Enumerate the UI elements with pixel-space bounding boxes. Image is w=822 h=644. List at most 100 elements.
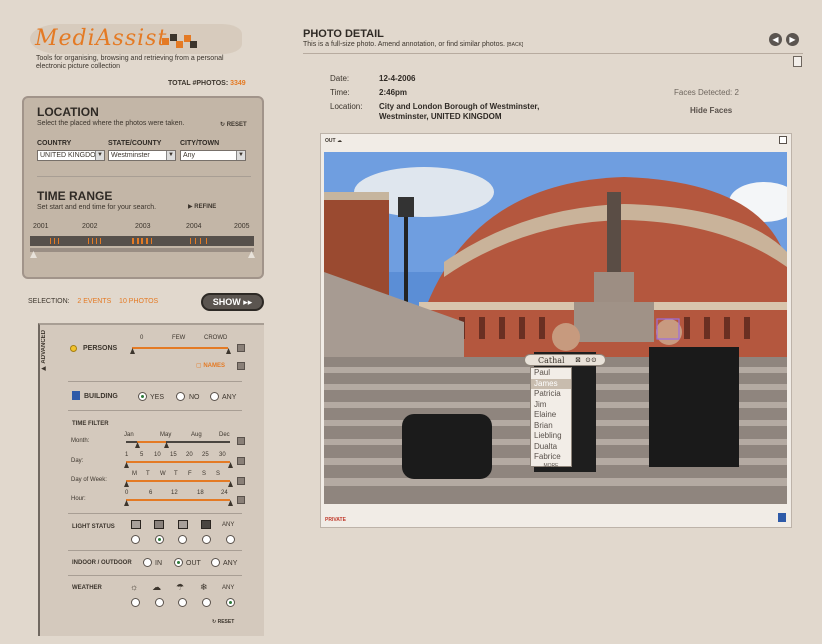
faces-detected: Faces Detected: 2	[674, 88, 739, 97]
private-tag[interactable]: PRIVATE	[325, 517, 346, 523]
building-no-radio[interactable]	[176, 392, 185, 401]
total-photos-label: TOTAL #PHOTOS:	[168, 80, 229, 87]
persons-scale-label: FEW	[172, 335, 186, 341]
day-scale-label: 20	[186, 452, 193, 458]
hour-slider[interactable]	[126, 499, 230, 501]
hour-scale-label: 0	[125, 490, 129, 496]
light-sunny-icon	[154, 520, 164, 529]
confirm-icon[interactable]: ⊙⊙	[585, 356, 597, 364]
weather-snow-radio[interactable]	[202, 598, 211, 607]
refine-button[interactable]: ▶ REFINE	[188, 203, 216, 210]
close-icon[interactable]: ⊠	[575, 356, 581, 364]
back-link[interactable]: [BACK]	[507, 42, 523, 48]
day-scale-label: 1	[125, 452, 129, 458]
section-divider	[68, 550, 242, 551]
names-toggle-button[interactable]	[237, 362, 245, 370]
name-option[interactable]: Liebling	[531, 431, 571, 442]
outdoor-radio[interactable]	[174, 558, 183, 567]
light-bright-icon	[131, 520, 141, 529]
dow-toggle-button[interactable]	[237, 477, 245, 485]
month-scale-label: Dec	[219, 432, 230, 438]
photo-icon[interactable]	[779, 136, 787, 144]
name-option[interactable]: Elaine	[531, 410, 571, 421]
name-option[interactable]: Fabrice	[531, 452, 571, 463]
weather-sun-radio[interactable]	[131, 598, 140, 607]
document-icon[interactable]	[793, 56, 802, 67]
name-option[interactable]: Brian	[531, 421, 571, 432]
hour-scale-label: 18	[197, 490, 204, 496]
state-select[interactable]: Westminster ▼	[108, 150, 176, 161]
weather-any-radio[interactable]	[226, 598, 235, 607]
sun-icon: ☼	[130, 582, 139, 592]
hide-faces-button[interactable]: Hide Faces	[690, 106, 732, 115]
light-cloudy-radio[interactable]	[178, 535, 187, 544]
more-names-button[interactable]: MORE	[531, 463, 571, 469]
rain-icon: ☂	[176, 582, 185, 592]
month-slider[interactable]	[137, 441, 166, 443]
country-select[interactable]: UNITED KINGDOM ▼	[37, 150, 105, 161]
year-label: 2004	[186, 223, 202, 230]
time-label: Time:	[330, 88, 350, 97]
outdoor-tag: OUT ☁	[325, 138, 342, 144]
advanced-reset-button[interactable]: ↻ RESET	[212, 619, 234, 625]
building-yes-radio[interactable]	[138, 392, 147, 401]
total-photos-count: 3349	[230, 80, 246, 87]
tagline: Tools for organising, browsing and retri…	[36, 55, 224, 70]
day-scale-label: 10	[154, 452, 161, 458]
light-any-radio[interactable]	[226, 535, 235, 544]
weather-label: WEATHER	[72, 585, 102, 591]
section-divider	[68, 381, 242, 382]
city-select[interactable]: Any ▼	[180, 150, 246, 161]
weather-cloud-radio[interactable]	[155, 598, 164, 607]
indoor-outdoor-any-radio[interactable]	[211, 558, 220, 567]
day-slider[interactable]	[126, 461, 230, 463]
indoor-radio[interactable]	[143, 558, 152, 567]
light-bright-radio[interactable]	[131, 535, 140, 544]
city-label: CITY/TOWN	[180, 140, 220, 147]
name-option[interactable]: Jim	[531, 400, 571, 411]
show-button[interactable]: SHOW ▸▸	[201, 293, 264, 311]
indoor-outdoor-label: INDOOR / OUTDOOR	[72, 560, 132, 566]
name-option[interactable]: James	[531, 378, 571, 389]
name-option[interactable]: Dualta	[531, 442, 571, 453]
next-photo-button[interactable]: ▶	[786, 33, 799, 46]
persons-scale-label: 0	[140, 335, 144, 341]
day-scale-label: 25	[202, 452, 209, 458]
name-option[interactable]: Patricia	[531, 389, 571, 400]
hour-toggle-button[interactable]	[237, 496, 245, 504]
total-photos: TOTAL #PHOTOS: 3349	[168, 80, 246, 87]
light-dark-radio[interactable]	[202, 535, 211, 544]
persons-slider[interactable]	[132, 347, 228, 349]
name-suggestion-list: Paul James Patricia Jim Elaine Brian Lie…	[530, 367, 572, 469]
building-any-label: ANY	[222, 394, 237, 401]
persons-toggle-button[interactable]	[237, 344, 245, 352]
name-option[interactable]: Paul	[531, 368, 571, 379]
weather-rain-radio[interactable]	[178, 598, 187, 607]
month-toggle-button[interactable]	[237, 437, 245, 445]
timeline-histogram[interactable]	[30, 236, 254, 246]
previous-photo-button[interactable]: ◀	[769, 33, 782, 46]
hour-scale-label: 12	[171, 490, 178, 496]
dow-scale-label: S	[216, 471, 221, 477]
building-any-radio[interactable]	[210, 392, 219, 401]
selection-summary: SELECTION: 2 EVENTS 10 PHOTOS	[28, 298, 158, 305]
location-label: Location:	[330, 102, 363, 111]
dow-scale-label: T	[146, 471, 150, 477]
light-sunny-radio[interactable]	[155, 535, 164, 544]
light-status-label: LIGHT STATUS	[72, 524, 115, 530]
year-label: 2003	[135, 223, 151, 230]
year-label: 2002	[82, 223, 98, 230]
day-toggle-button[interactable]	[237, 457, 245, 465]
time-range-subtitle: Set start and end time for your search.	[37, 204, 157, 211]
country-label: COUNTRY	[37, 140, 72, 147]
page-subtitle: This is a full-size photo. Amend annotat…	[303, 41, 524, 48]
dow-scale-label: M	[132, 471, 137, 477]
month-scale-label: Jan	[124, 432, 134, 438]
name-tag-editor[interactable]: Cathal ⊠ ⊙⊙	[524, 354, 606, 366]
location-reset-button[interactable]: ↻ RESET	[220, 121, 247, 128]
day-of-week-slider[interactable]	[126, 480, 230, 482]
chevron-down-icon: ▼	[236, 151, 245, 160]
advanced-tab[interactable]: ▶ ADVANCED	[40, 330, 47, 372]
person-icon	[70, 345, 77, 352]
names-button[interactable]: ▢ NAMES	[196, 362, 225, 369]
